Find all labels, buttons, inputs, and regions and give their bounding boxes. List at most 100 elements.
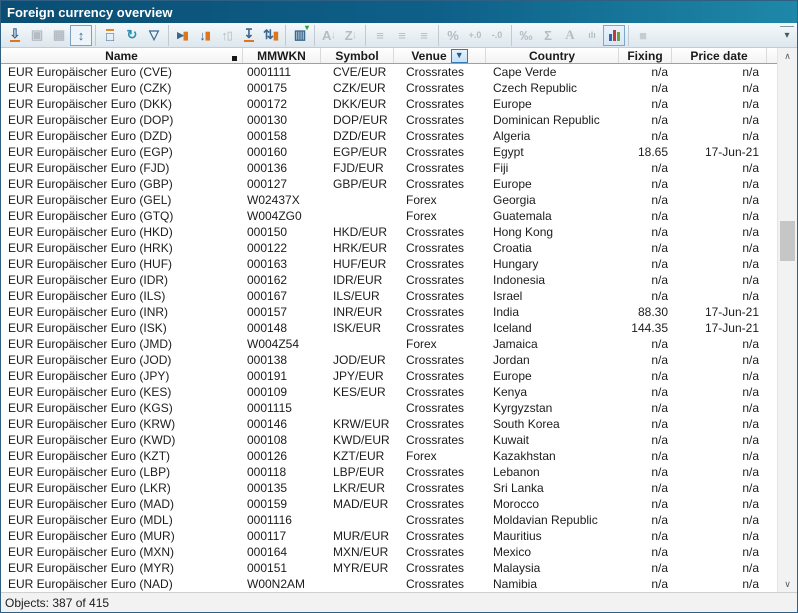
table-row[interactable]: EUR Europäischer Euro (ILS)000167ILS/EUR… bbox=[1, 288, 777, 304]
table-cell: Crossrates bbox=[394, 96, 486, 112]
refresh-icon[interactable]: ↻ bbox=[121, 25, 143, 46]
move-up-icon[interactable]: ↑▯ bbox=[216, 25, 238, 46]
table-cell: Israel bbox=[486, 288, 619, 304]
table-cell: ISK/EUR bbox=[321, 320, 394, 336]
table-row[interactable]: EUR Europäischer Euro (KWD)000108KWD/EUR… bbox=[1, 432, 777, 448]
table-cell: Iceland bbox=[486, 320, 619, 336]
table-row[interactable]: EUR Europäischer Euro (HKD)000150HKD/EUR… bbox=[1, 224, 777, 240]
table-row[interactable]: EUR Europäischer Euro (LKR)000135LKR/EUR… bbox=[1, 480, 777, 496]
table-cell: EUR Europäischer Euro (CZK) bbox=[1, 80, 243, 96]
table-row[interactable]: EUR Europäischer Euro (JOD)000138JOD/EUR… bbox=[1, 352, 777, 368]
venue-filter-button[interactable]: ▼ bbox=[451, 49, 468, 63]
table-cell: 000117 bbox=[243, 528, 321, 544]
table-cell: Crossrates bbox=[394, 432, 486, 448]
new-view-icon[interactable]: □ bbox=[99, 25, 121, 46]
table-row[interactable]: EUR Europäischer Euro (INR)000157INR/EUR… bbox=[1, 304, 777, 320]
table-cell: Crossrates bbox=[394, 560, 486, 576]
chart-gray-icon[interactable]: ılı bbox=[581, 25, 603, 46]
table-row[interactable]: EUR Europäischer Euro (NAD)W00N2AMCrossr… bbox=[1, 576, 777, 592]
stats-icon[interactable]: ‰ bbox=[515, 25, 537, 46]
column-header-name[interactable]: Name bbox=[1, 48, 243, 63]
table-row[interactable]: EUR Europäischer Euro (KRW)000146KRW/EUR… bbox=[1, 416, 777, 432]
table-row[interactable]: EUR Europäischer Euro (MYR)000151MYR/EUR… bbox=[1, 560, 777, 576]
table-cell: EUR Europäischer Euro (MAD) bbox=[1, 496, 243, 512]
table-cell: n/a bbox=[619, 176, 672, 192]
table-row[interactable]: EUR Europäischer Euro (GTQ)W004ZG0ForexG… bbox=[1, 208, 777, 224]
table-row[interactable]: EUR Europäischer Euro (MXN)000164MXN/EUR… bbox=[1, 544, 777, 560]
cascade-window-icon[interactable]: ▣ bbox=[26, 25, 48, 46]
table-cell: 0001116 bbox=[243, 512, 321, 528]
table-row[interactable]: EUR Europäischer Euro (ISK)000148ISK/EUR… bbox=[1, 320, 777, 336]
filter-settings-icon[interactable]: ▽ bbox=[143, 25, 165, 46]
table-cell: KES/EUR bbox=[321, 384, 394, 400]
table-row[interactable]: EUR Europäischer Euro (FJD)000136FJD/EUR… bbox=[1, 160, 777, 176]
value-bars-icon[interactable]: ⇅▮ bbox=[260, 25, 282, 46]
table-row[interactable]: EUR Europäischer Euro (DZD)000158DZD/EUR… bbox=[1, 128, 777, 144]
table-cell: DZD/EUR bbox=[321, 128, 394, 144]
table-cell: EUR Europäischer Euro (GBP) bbox=[1, 176, 243, 192]
icon-glyph: ▥ bbox=[294, 27, 306, 43]
table-cell: Kuwait bbox=[486, 432, 619, 448]
toolbar-overflow-icon[interactable]: ▾ bbox=[780, 26, 794, 44]
table-row[interactable]: EUR Europäischer Euro (KGS)0001115Crossr… bbox=[1, 400, 777, 416]
table-row[interactable]: EUR Europäischer Euro (JPY)000191JPY/EUR… bbox=[1, 368, 777, 384]
percent-icon[interactable]: % bbox=[442, 25, 464, 46]
vertical-scrollbar[interactable]: ∧ ∨ bbox=[777, 48, 797, 592]
move-first-icon[interactable]: ▸▮ bbox=[172, 25, 194, 46]
table-row[interactable]: EUR Europäischer Euro (EGP)000160EGP/EUR… bbox=[1, 144, 777, 160]
align-left-icon[interactable]: ≡ bbox=[369, 25, 391, 46]
sum-icon[interactable]: Σ bbox=[537, 25, 559, 46]
table-row[interactable]: EUR Europäischer Euro (GBP)000127GBP/EUR… bbox=[1, 176, 777, 192]
table-row[interactable]: EUR Europäischer Euro (CVE)0001111CVE/EU… bbox=[1, 64, 777, 80]
table-cell: HRK/EUR bbox=[321, 240, 394, 256]
insert-column-icon[interactable]: ▥ bbox=[289, 25, 311, 46]
table-row[interactable]: EUR Europäischer Euro (JMD)W004Z54ForexJ… bbox=[1, 336, 777, 352]
table-row[interactable]: EUR Europäischer Euro (HUF)000163HUF/EUR… bbox=[1, 256, 777, 272]
table-row[interactable]: EUR Europäischer Euro (HRK)000122HRK/EUR… bbox=[1, 240, 777, 256]
column-header-country[interactable]: Country bbox=[486, 48, 619, 63]
table-cell: Crossrates bbox=[394, 480, 486, 496]
table-row[interactable]: EUR Europäischer Euro (KZT)000126KZT/EUR… bbox=[1, 448, 777, 464]
table-cell: n/a bbox=[672, 432, 767, 448]
table-content: NameMMWKNSymbolVenue▼CountryFixingPrice … bbox=[1, 48, 797, 592]
font-icon[interactable]: A bbox=[559, 25, 581, 46]
icon-accent-glyph: ↓ bbox=[330, 29, 336, 41]
column-header-venue[interactable]: Venue▼ bbox=[394, 48, 486, 63]
table-row[interactable]: EUR Europäischer Euro (DKK)000172DKK/EUR… bbox=[1, 96, 777, 112]
remove-decimal-icon[interactable]: -.0 bbox=[486, 25, 508, 46]
scroll-down-icon[interactable]: ∨ bbox=[778, 576, 797, 592]
table-cell: n/a bbox=[672, 496, 767, 512]
table-row[interactable]: EUR Europäischer Euro (DOP)000130DOP/EUR… bbox=[1, 112, 777, 128]
sort-az-icon[interactable]: A↓ bbox=[318, 25, 340, 46]
table-row[interactable]: EUR Europäischer Euro (CZK)000175CZK/EUR… bbox=[1, 80, 777, 96]
scrollbar-thumb[interactable] bbox=[780, 221, 795, 261]
table-cell: 000130 bbox=[243, 112, 321, 128]
placeholder-icon[interactable]: ■ bbox=[632, 25, 654, 46]
table-row[interactable]: EUR Europäischer Euro (MDL)0001116Crossr… bbox=[1, 512, 777, 528]
column-header-fixing[interactable]: Fixing bbox=[619, 48, 672, 63]
column-header-mmwkn[interactable]: MMWKN bbox=[243, 48, 321, 63]
align-center-icon[interactable]: ≡ bbox=[391, 25, 413, 46]
icon-accent-glyph: ▮ bbox=[205, 29, 211, 42]
fit-height-icon[interactable]: ↕ bbox=[70, 25, 92, 46]
table-row[interactable]: EUR Europäischer Euro (IDR)000162IDR/EUR… bbox=[1, 272, 777, 288]
column-header-price-date[interactable]: Price date bbox=[672, 48, 767, 63]
table-cell: n/a bbox=[672, 128, 767, 144]
chart-colored-icon[interactable] bbox=[603, 25, 625, 46]
restore-window-icon[interactable]: ▦ bbox=[48, 25, 70, 46]
sort-insert-icon[interactable]: ↧ bbox=[238, 25, 260, 46]
table-row[interactable]: EUR Europäischer Euro (KES)000109KES/EUR… bbox=[1, 384, 777, 400]
table-row[interactable]: EUR Europäischer Euro (GEL)W02437XForexG… bbox=[1, 192, 777, 208]
move-down-icon[interactable]: ↓▮ bbox=[194, 25, 216, 46]
table-row[interactable]: EUR Europäischer Euro (LBP)000118LBP/EUR… bbox=[1, 464, 777, 480]
table-row[interactable]: EUR Europäischer Euro (MAD)000159MAD/EUR… bbox=[1, 496, 777, 512]
scroll-up-icon[interactable]: ∧ bbox=[778, 48, 797, 64]
align-right-icon[interactable]: ≡ bbox=[413, 25, 435, 46]
add-decimal-icon[interactable]: +.0 bbox=[464, 25, 486, 46]
column-header-symbol[interactable]: Symbol bbox=[321, 48, 394, 63]
export-row-icon[interactable]: ⇩ bbox=[4, 25, 26, 46]
table-cell: 000150 bbox=[243, 224, 321, 240]
table-row[interactable]: EUR Europäischer Euro (MUR)000117MUR/EUR… bbox=[1, 528, 777, 544]
sort-za-icon[interactable]: Z↓ bbox=[340, 25, 362, 46]
table-cell: Hungary bbox=[486, 256, 619, 272]
